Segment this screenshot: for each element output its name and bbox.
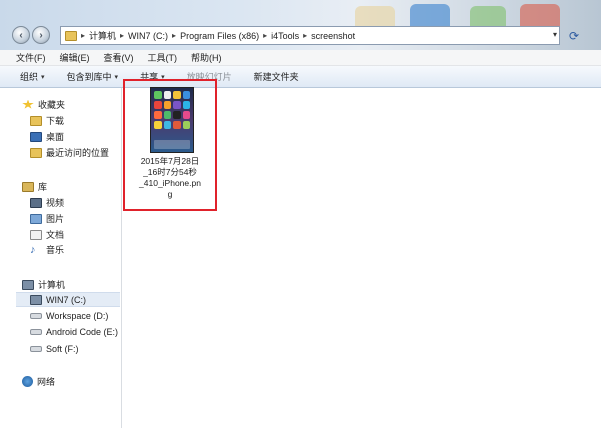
command-bar: 组织 ▾ 包含到库中 ▾ 共享 ▾ 放映幻灯片 新建文件夹 <box>0 66 601 88</box>
nav-item-label: 最近访问的位置 <box>46 148 110 158</box>
chevron-right-icon[interactable]: ▸ <box>263 31 267 40</box>
file-list: 2015年7月28日 _16时7分54秒 _410_iPhone.pn g <box>123 79 601 428</box>
nav-item-music[interactable]: ♪ 音乐 <box>30 243 64 256</box>
arrow-left-icon: ‹ <box>19 29 23 41</box>
drive-icon <box>30 329 42 335</box>
nav-item-label: 下载 <box>46 116 65 126</box>
arrow-right-icon: › <box>39 29 43 41</box>
folder-icon <box>65 30 77 41</box>
recent-places-icon <box>30 147 42 158</box>
new-folder-label: 新建文件夹 <box>253 72 299 82</box>
music-note-icon: ♪ <box>30 243 36 256</box>
nav-network-label: 网络 <box>37 377 56 387</box>
nav-item-downloads[interactable]: 下载 <box>30 114 64 127</box>
drive-icon <box>30 346 42 352</box>
nav-favorites[interactable]: 收藏夹 <box>22 98 65 111</box>
nav-item-recent-places[interactable]: 最近访问的位置 <box>30 146 109 159</box>
nav-item-drive-e[interactable]: Android Code (E:) <box>30 327 118 337</box>
nav-item-drive-f[interactable]: Soft (F:) <box>30 344 79 354</box>
nav-item-desktop[interactable]: 桌面 <box>30 130 64 143</box>
video-icon <box>30 197 42 208</box>
nav-computer[interactable]: 计算机 <box>22 278 65 291</box>
chevron-right-icon[interactable]: ▸ <box>120 31 124 40</box>
chevron-right-icon[interactable]: ▸ <box>303 31 307 40</box>
network-icon <box>22 376 33 387</box>
document-icon <box>30 229 42 240</box>
file-item[interactable]: 2015年7月28日 _16时7分54秒 _410_iPhone.pn g <box>123 79 217 211</box>
refresh-icon: ⟳ <box>568 28 580 43</box>
chevron-down-icon: ▾ <box>41 73 45 81</box>
menu-edit[interactable]: 编辑(E) <box>60 51 90 64</box>
nav-libraries[interactable]: 库 <box>22 180 47 193</box>
nav-item-documents[interactable]: 文档 <box>30 228 64 241</box>
nav-libraries-label: 库 <box>38 182 48 192</box>
include-in-library-button[interactable]: 包含到库中 ▾ <box>67 70 119 83</box>
nav-item-drive-c[interactable]: WIN7 (C:) <box>16 292 120 307</box>
nav-item-label: WIN7 (C:) <box>46 294 86 305</box>
nav-item-label: 音乐 <box>46 245 65 255</box>
forward-button[interactable]: › <box>32 26 50 44</box>
picture-icon <box>30 213 42 224</box>
window-titlebar: ‹ › ▸ 计算机 ▸ WIN7 (C:) ▸ Program Files (x… <box>0 0 601 50</box>
desktop-icon <box>30 131 42 142</box>
new-folder-button[interactable]: 新建文件夹 <box>254 70 299 83</box>
navigation-pane: 收藏夹 下载 桌面 最近访问的位置 库 视频 图片 文档 ♪ 音乐 计算机 WI… <box>0 88 122 428</box>
include-in-library-label: 包含到库中 <box>66 72 112 82</box>
breadcrumb-computer[interactable]: 计算机 <box>89 29 116 42</box>
star-icon <box>22 99 34 109</box>
breadcrumb-i4tools[interactable]: i4Tools <box>271 31 299 41</box>
windows-drive-icon <box>30 294 42 305</box>
address-bar[interactable]: ▸ 计算机 ▸ WIN7 (C:) ▸ Program Files (x86) … <box>60 26 560 45</box>
computer-icon <box>22 279 34 290</box>
nav-item-pictures[interactable]: 图片 <box>30 212 64 225</box>
nav-item-label: Soft (F:) <box>46 344 79 354</box>
menu-help[interactable]: 帮助(H) <box>191 51 222 64</box>
dock <box>154 140 190 149</box>
nav-network[interactable]: 网络 <box>22 375 55 388</box>
nav-item-label: 文档 <box>46 230 65 240</box>
menu-tools[interactable]: 工具(T) <box>148 51 178 64</box>
menu-bar: 文件(F) 编辑(E) 查看(V) 工具(T) 帮助(H) <box>0 50 601 66</box>
breadcrumb-screenshot[interactable]: screenshot <box>311 31 355 41</box>
file-name: 2015年7月28日 _16时7分54秒 _410_iPhone.pn g <box>139 156 201 199</box>
breadcrumb-program-files[interactable]: Program Files (x86) <box>180 31 259 41</box>
chevron-down-icon: ▾ <box>114 73 119 81</box>
organize-button[interactable]: 组织 ▾ <box>20 70 45 83</box>
menu-file[interactable]: 文件(F) <box>16 51 46 64</box>
chevron-right-icon[interactable]: ▸ <box>81 31 85 40</box>
nav-item-label: 桌面 <box>46 132 65 142</box>
library-icon <box>22 181 34 192</box>
nav-item-label: 图片 <box>46 214 65 224</box>
chevron-down-icon[interactable]: ▾ <box>553 30 557 39</box>
download-folder-icon <box>30 115 42 126</box>
breadcrumb-c-drive[interactable]: WIN7 (C:) <box>128 31 168 41</box>
nav-item-drive-d[interactable]: Workspace (D:) <box>30 311 108 321</box>
drive-icon <box>30 313 42 319</box>
refresh-button[interactable]: ⟳ <box>565 26 583 45</box>
back-button[interactable]: ‹ <box>12 26 30 44</box>
nav-item-videos[interactable]: 视频 <box>30 196 64 209</box>
organize-label: 组织 <box>20 72 39 82</box>
image-thumbnail <box>150 87 194 153</box>
nav-item-label: Android Code (E:) <box>46 327 119 337</box>
chevron-right-icon[interactable]: ▸ <box>172 31 176 40</box>
menu-view[interactable]: 查看(V) <box>104 51 134 64</box>
nav-item-label: 视频 <box>46 198 65 208</box>
nav-item-label: Workspace (D:) <box>46 311 109 321</box>
nav-computer-label: 计算机 <box>38 280 66 290</box>
nav-favorites-label: 收藏夹 <box>38 100 66 110</box>
